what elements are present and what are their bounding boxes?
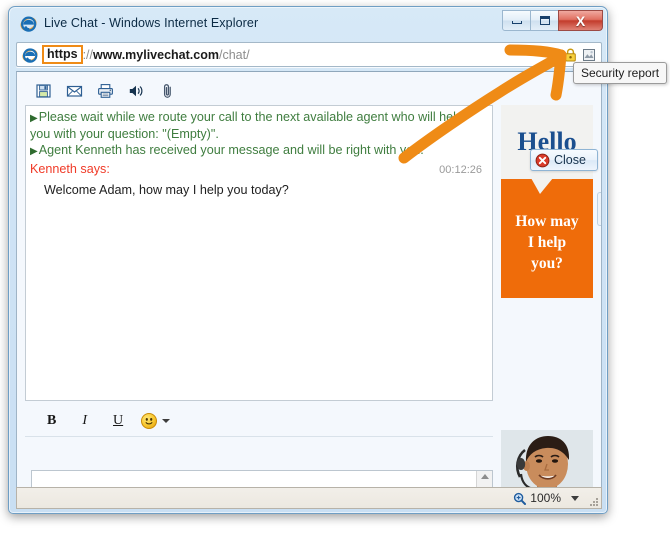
branding-tagline: How may I help you?	[501, 211, 593, 274]
browser-window: Live Chat - Windows Internet Explorer X	[8, 6, 608, 514]
emoji-picker-icon	[141, 412, 158, 429]
close-chat-button[interactable]: Close	[530, 149, 598, 171]
compatibility-view-icon[interactable]	[582, 48, 596, 62]
url-scheme-highlight: https	[42, 45, 83, 64]
message-timestamp: 00:12:26	[439, 163, 482, 176]
bullet-icon: ▶	[30, 146, 38, 157]
print-transcript-icon[interactable]	[97, 83, 114, 99]
page-viewport: ▶Please wait while we route your call to…	[16, 71, 602, 489]
zoom-level-label: 100%	[530, 491, 561, 505]
chevron-down-icon[interactable]	[571, 495, 579, 501]
save-transcript-icon[interactable]	[35, 83, 52, 99]
underline-button[interactable]: U	[113, 413, 123, 429]
panel-collapse-button[interactable]: ❯	[597, 192, 601, 226]
url-separator: ://	[82, 47, 93, 62]
tagline-line-2: I help	[527, 234, 567, 251]
agent-photo	[501, 430, 593, 488]
favicon-icon	[22, 47, 38, 63]
tagline-line-3: you?	[531, 255, 563, 272]
message-header: Kenneth says: 00:12:26	[30, 162, 486, 176]
system-message-text: Please wait while we route your call to …	[30, 110, 463, 141]
system-message-text: Agent Kenneth has received your message …	[38, 143, 424, 157]
chevron-right-icon: ❯	[599, 202, 601, 216]
message-speaker: Kenneth says:	[30, 161, 110, 176]
email-transcript-icon[interactable]	[66, 83, 83, 99]
close-chat-label: Close	[554, 153, 586, 167]
message-body: Welcome Adam, how may I help you today?	[44, 182, 289, 197]
tagline-line-1: How may	[515, 213, 579, 230]
internet-explorer-icon	[20, 15, 37, 32]
close-circle-icon	[535, 153, 550, 168]
resize-grip[interactable]	[587, 495, 598, 506]
system-message: ▶Please wait while we route your call to…	[30, 110, 486, 142]
bullet-icon: ▶	[30, 113, 38, 124]
url-path: /chat/	[218, 47, 250, 62]
minimize-button[interactable]	[502, 10, 531, 31]
bold-button[interactable]: B	[47, 413, 56, 429]
minimize-icon	[511, 21, 522, 24]
window-controls: X	[502, 10, 603, 32]
speech-bubble-tail-icon	[531, 178, 553, 194]
security-report-tooltip: Security report	[573, 62, 668, 84]
branding-panel: Hello How may I help you?	[501, 105, 593, 298]
window-title: Live Chat - Windows Internet Explorer	[44, 16, 259, 30]
format-toolbar: B I U	[25, 405, 493, 437]
maximize-icon	[539, 16, 550, 25]
url-host: www.mylivechat.com	[92, 47, 219, 62]
zoom-magnifier-icon	[513, 492, 527, 505]
address-bar[interactable]: https :// www.mylivechat.com /chat/	[16, 42, 602, 67]
address-input[interactable]: https :// www.mylivechat.com /chat/	[16, 42, 602, 67]
live-chat-app: ▶Please wait while we route your call to…	[17, 72, 601, 488]
address-bar-icons	[564, 47, 596, 62]
padlock-icon[interactable]	[564, 47, 577, 62]
scroll-up-icon[interactable]	[480, 474, 489, 479]
sound-toggle-icon[interactable]	[128, 83, 145, 99]
window-close-button[interactable]: X	[558, 10, 603, 31]
chevron-down-icon	[162, 418, 171, 423]
status-bar: 100%	[16, 487, 602, 509]
chat-action-toolbar	[25, 78, 493, 104]
attach-file-icon[interactable]	[159, 83, 176, 99]
security-report-tooltip-label: Security report	[581, 66, 660, 80]
close-x-icon: X	[575, 12, 586, 29]
emoji-picker-button[interactable]	[141, 412, 171, 429]
italic-button[interactable]: I	[82, 413, 87, 429]
chat-transcript: ▶Please wait while we route your call to…	[25, 105, 493, 401]
system-message: ▶Agent Kenneth has received your message…	[30, 143, 486, 160]
zoom-control[interactable]: 100%	[513, 491, 579, 505]
url-text[interactable]: https :// www.mylivechat.com /chat/	[42, 45, 564, 64]
maximize-button[interactable]	[530, 10, 559, 31]
